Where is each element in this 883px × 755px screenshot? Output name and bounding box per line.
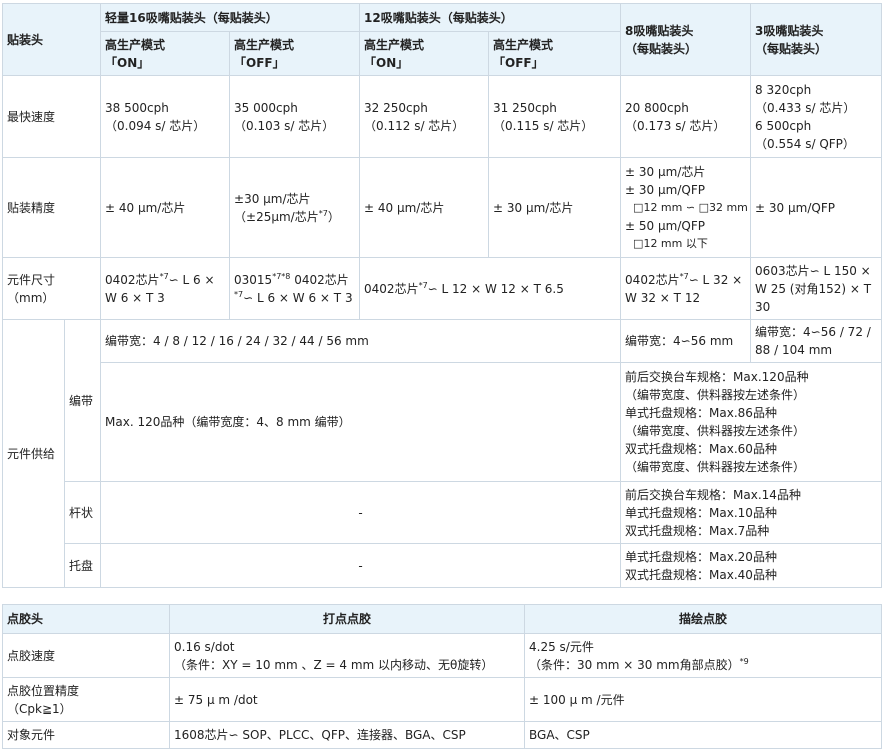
- glue-target-row: 对象元件 1608芯片∽ SOP、PLCC、QFP、连接器、BGA、CSP BG…: [2, 721, 882, 749]
- speed-row: 最快速度 38 500cph （0.094 s/ 芯片） 35 000cph （0.…: [1, 75, 883, 158]
- accuracy-3: ± 30 μm/QFP: [750, 157, 883, 258]
- glue-speed-draw: 4.25 s/元件 （条件：30 mm × 30 mm角部点胶）*9: [524, 633, 882, 678]
- size-12: 0402芯片*7∽ L 12 × W 12 × T 6.5: [359, 257, 622, 320]
- speed-12-off: 31 250cph （0.115 s/ 芯片）: [488, 75, 622, 158]
- speed-12-on: 32 250cph （0.112 s/ 芯片）: [359, 75, 490, 158]
- speed-16-off: 35 000cph （0.103 s/ 芯片）: [229, 75, 361, 158]
- mount-spec-table: 贴装头 轻量16吸嘴贴装头（每贴装头） 12吸嘴贴装头（每贴装头） 8吸嘴贴装头…: [1, 3, 883, 588]
- stick-main: -: [100, 481, 622, 544]
- accuracy-row: 贴装精度 ± 40 μm/芯片 ±30 μm/芯片 （±25μm/芯片*7） ±…: [1, 157, 883, 258]
- tape-width-main: 编带宽：4 / 8 / 12 / 16 / 24 / 32 / 44 / 56 …: [100, 319, 622, 363]
- speed-16-on: 38 500cph （0.094 s/ 芯片）: [100, 75, 231, 158]
- supply-tray-label: 托盘: [63, 543, 102, 588]
- mode-on-header-12: 高生产模式 「ON」: [359, 31, 490, 76]
- supply-tray-row: 托盘 - 单式托盘规格：Max.20品种 双式托盘规格：Max.40品种: [3, 543, 883, 588]
- size-8: 0402芯片*7∽ L 32 × W 32 × T 12: [620, 257, 752, 320]
- accuracy-16-off: ±30 μm/芯片 （±25μm/芯片*7）: [229, 157, 361, 258]
- glue-dot-header: 打点点胶: [169, 604, 525, 634]
- tape-count-main: Max. 120品种（编带宽度：4、8 mm 编带）: [100, 362, 622, 482]
- glue-target-dot: 1608芯片∽ SOP、PLCC、QFP、连接器、BGA、CSP: [169, 721, 525, 749]
- tray-right: 单式托盘规格：Max.20品种 双式托盘规格：Max.40品种: [620, 543, 883, 588]
- mode-on-header-16: 高生产模式 「ON」: [100, 31, 231, 76]
- glue-target-draw: BGA、CSP: [524, 721, 882, 749]
- accuracy-16-on: ± 40 μm/芯片: [100, 157, 231, 258]
- corner-header: 贴装头: [1, 3, 102, 76]
- accuracy-12-off: ± 30 μm/芯片: [488, 157, 622, 258]
- tape-width-3: 编带宽：4∽56 / 72 /88 / 104 mm: [750, 319, 883, 363]
- glue-accuracy-row: 点胶位置精度 （Cpk≧1） ± 75 μ m /dot ± 100 μ m /…: [2, 677, 882, 722]
- accuracy-12-on: ± 40 μm/芯片: [359, 157, 490, 258]
- supply-stick-row: 杆状 - 前后交换台车规格：Max.14品种 单式托盘规格：Max.10品种 双…: [3, 481, 883, 544]
- stick-right: 前后交换台车规格：Max.14品种 单式托盘规格：Max.10品种 双式托盘规格…: [620, 481, 883, 544]
- glue-corner-header: 点胶头: [2, 604, 170, 634]
- accuracy-8: ± 30 μm/芯片 ± 30 μm/QFP □12 mm ∽ □32 mm ±…: [620, 157, 752, 258]
- supply-tape-count-row: Max. 120品种（编带宽度：4、8 mm 编带） 前后交换台车规格：Max.…: [3, 362, 883, 482]
- supply-tape-label: 编带: [63, 319, 102, 482]
- size-16-off: 03015*7*8 0402芯片 *7∽ L 6 × W 6 × T 3: [229, 257, 361, 320]
- tape-width-8: 编带宽：4∽56 mm: [620, 319, 752, 363]
- size-3: 0603芯片∽ L 150 × W 25 (对角152) × T 30: [750, 257, 883, 320]
- mode-off-header-16: 高生产模式 「OFF」: [229, 31, 361, 76]
- tray-main: -: [100, 543, 622, 588]
- header-row-1: 贴装头 轻量16吸嘴贴装头（每贴装头） 12吸嘴贴装头（每贴装头） 8吸嘴贴装头…: [1, 3, 883, 76]
- head8-header: 8吸嘴贴装头 （每贴装头）: [620, 3, 752, 76]
- head3-header: 3吸嘴贴装头 （每贴装头）: [750, 3, 883, 76]
- glue-header-row: 点胶头 打点点胶 描绘点胶: [2, 604, 882, 634]
- size-16-on: 0402芯片*7∽ L 6 × W 6 × T 3: [100, 257, 231, 320]
- mode-off-header-12: 高生产模式 「OFF」: [488, 31, 622, 76]
- glue-accuracy-dot: ± 75 μ m /dot: [169, 677, 525, 722]
- speed-8: 20 800cph （0.173 s/ 芯片）: [620, 75, 752, 158]
- head12-header: 12吸嘴贴装头（每贴装头）: [359, 3, 622, 32]
- supply-tape-width-row: 元件供给 编带 编带宽：4 / 8 / 12 / 16 / 24 / 32 / …: [2, 319, 883, 588]
- glue-accuracy-label: 点胶位置精度 （Cpk≧1）: [2, 677, 170, 722]
- supply-stick-label: 杆状: [63, 481, 102, 544]
- speed-3: 8 320cph （0.433 s/ 芯片） 6 500cph （0.554 s/ …: [750, 75, 883, 158]
- size-label: 元件尺寸 （mm）: [1, 257, 102, 320]
- glue-draw-header: 描绘点胶: [524, 604, 882, 634]
- accuracy-label: 贴装精度: [1, 157, 102, 258]
- glue-target-label: 对象元件: [2, 721, 170, 749]
- tape-count-right: 前后交换台车规格：Max.120品种 （编带宽度、供料器按左述条件） 单式托盘规…: [620, 362, 883, 482]
- glue-speed-dot: 0.16 s/dot （条件：XY = 10 mm 、Z = 4 mm 以内移动…: [169, 633, 525, 678]
- supply-label: 元件供给: [2, 319, 65, 588]
- glue-accuracy-draw: ± 100 μ m /元件: [524, 677, 882, 722]
- glue-speed-row: 点胶速度 0.16 s/dot （条件：XY = 10 mm 、Z = 4 mm…: [2, 633, 882, 678]
- glue-spec-table: 点胶头 打点点胶 描绘点胶 点胶速度 0.16 s/dot （条件：XY = 1…: [2, 604, 882, 749]
- glue-speed-label: 点胶速度: [2, 633, 170, 678]
- head16-header: 轻量16吸嘴贴装头（每贴装头）: [100, 3, 361, 32]
- size-row: 元件尺寸 （mm） 0402芯片*7∽ L 6 × W 6 × T 3 03015…: [1, 257, 883, 320]
- speed-label: 最快速度: [1, 75, 102, 158]
